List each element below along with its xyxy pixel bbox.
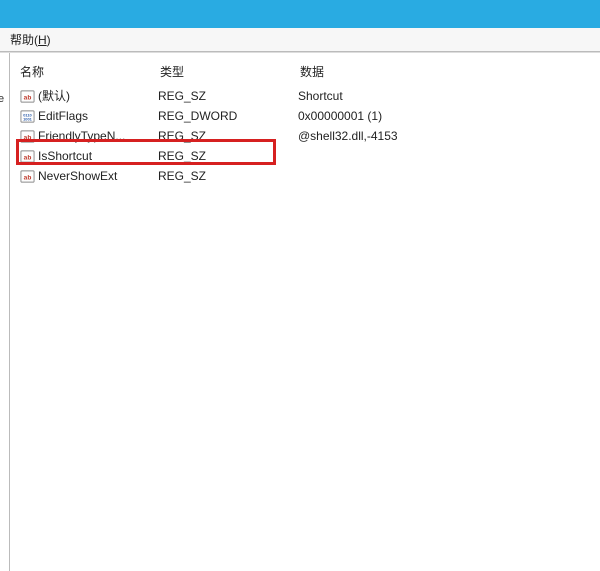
menu-help-label: 帮助(H) [10,33,51,47]
value-name-text: IsShortcut [38,147,92,165]
string-value-icon [20,149,35,164]
value-row-data[interactable] [294,146,600,166]
value-row-type[interactable]: REG_DWORD [154,106,294,126]
value-row-data[interactable]: 0x00000001 (1) [294,106,600,126]
value-row-type[interactable]: REG_SZ [154,86,294,106]
string-value-icon [20,169,35,184]
value-row-name[interactable]: NeverShowExt [14,166,154,186]
string-value-icon [20,129,35,144]
menu-help[interactable]: 帮助(H) [10,33,51,47]
value-row-data[interactable]: Shortcut [294,86,600,106]
value-name-text: NeverShowExt [38,167,117,185]
menu-bar: 帮助(H) [0,28,600,52]
value-row-name[interactable]: FriendlyTypeN... [14,126,154,146]
value-row-data[interactable]: @shell32.dll,-4153 [294,126,600,146]
column-header-data[interactable]: 数据 [294,59,600,86]
main-area: e 名称 类型 数据 (默认)REG_SZShortcutEditFlagsRE… [0,52,600,571]
value-name-text: FriendlyTypeN... [38,127,125,145]
value-row-data[interactable] [294,166,600,186]
value-row-name[interactable]: IsShortcut [14,146,154,166]
values-list[interactable]: 名称 类型 数据 (默认)REG_SZShortcutEditFlagsREG_… [10,53,600,571]
tree-stub: e [0,93,4,105]
value-name-text: (默认) [38,87,70,105]
value-row-type[interactable]: REG_SZ [154,146,294,166]
value-name-text: EditFlags [38,107,88,125]
column-header-name[interactable]: 名称 [14,59,154,86]
value-row-type[interactable]: REG_SZ [154,126,294,146]
left-pane-edge[interactable]: e [0,53,10,571]
value-row-name[interactable]: (默认) [14,86,154,106]
string-value-icon [20,89,35,104]
title-bar[interactable] [0,0,600,28]
column-header-type[interactable]: 类型 [154,59,294,86]
value-row-name[interactable]: EditFlags [14,106,154,126]
value-row-type[interactable]: REG_SZ [154,166,294,186]
binary-value-icon [20,109,35,124]
